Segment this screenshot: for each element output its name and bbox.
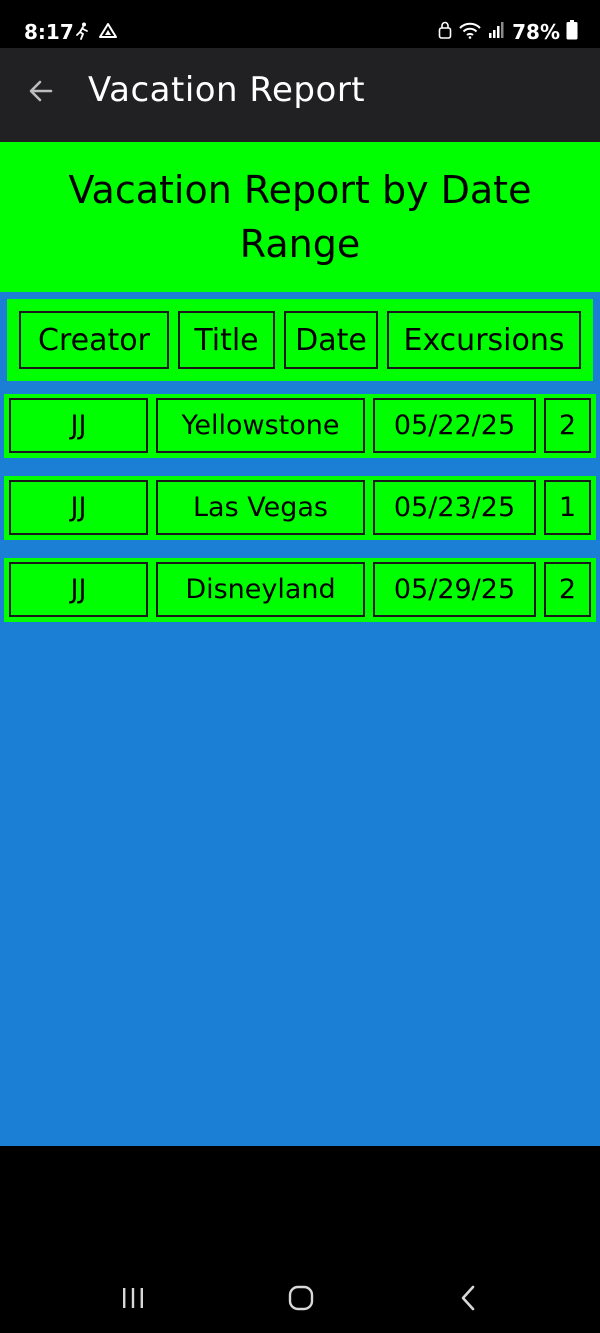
battery-icon xyxy=(566,20,578,44)
column-header-title: Title xyxy=(178,311,275,369)
report-heading: Vacation Report by Date Range xyxy=(68,168,532,266)
cell-title: Disneyland xyxy=(156,562,365,617)
cell-date: 05/22/25 xyxy=(373,398,536,453)
table-row[interactable]: JJ Yellowstone 05/22/25 2 xyxy=(4,394,596,458)
system-nav-bar xyxy=(0,1270,600,1330)
status-system-icons: 78% xyxy=(438,20,578,44)
signal-icon xyxy=(488,21,506,43)
app-bar: Vacation Report xyxy=(0,48,600,142)
table-row[interactable]: JJ Las Vegas 05/23/25 1 xyxy=(4,476,596,540)
cell-creator: JJ xyxy=(9,562,148,617)
home-icon xyxy=(288,1285,314,1315)
column-header-creator: Creator xyxy=(19,311,169,369)
recents-icon xyxy=(120,1287,146,1313)
drive-icon xyxy=(98,22,118,44)
column-header-date: Date xyxy=(284,311,378,369)
report-content: Vacation Report by Date Range Creator Ti… xyxy=(0,142,600,1146)
cell-title: Yellowstone xyxy=(156,398,365,453)
system-back-button[interactable] xyxy=(438,1270,498,1330)
status-notification-icons xyxy=(74,22,118,44)
table-row[interactable]: JJ Disneyland 05/29/25 2 xyxy=(4,558,596,622)
arrow-back-icon xyxy=(27,77,55,109)
cell-excursions: 2 xyxy=(544,562,591,617)
cell-title: Las Vegas xyxy=(156,480,365,535)
cell-creator: JJ xyxy=(9,398,148,453)
chevron-left-icon xyxy=(459,1285,477,1315)
page-title: Vacation Report xyxy=(88,70,366,110)
status-bar: 8:17 78% xyxy=(0,0,600,48)
cell-creator: JJ xyxy=(9,480,148,535)
table-header-row: Creator Title Date Excursions xyxy=(7,299,593,381)
lock-icon xyxy=(438,21,452,43)
cell-excursions: 2 xyxy=(544,398,591,453)
report-header: Vacation Report by Date Range xyxy=(0,142,600,292)
home-button[interactable] xyxy=(271,1270,331,1330)
battery-percent: 78% xyxy=(512,20,560,44)
back-button[interactable] xyxy=(18,70,64,116)
activity-icon xyxy=(74,22,90,44)
cell-date: 05/29/25 xyxy=(373,562,536,617)
recents-button[interactable] xyxy=(103,1270,163,1330)
cell-excursions: 1 xyxy=(544,480,591,535)
status-time: 8:17 xyxy=(24,20,74,44)
column-header-excursions: Excursions xyxy=(387,311,581,369)
wifi-icon xyxy=(458,21,482,43)
cell-date: 05/23/25 xyxy=(373,480,536,535)
